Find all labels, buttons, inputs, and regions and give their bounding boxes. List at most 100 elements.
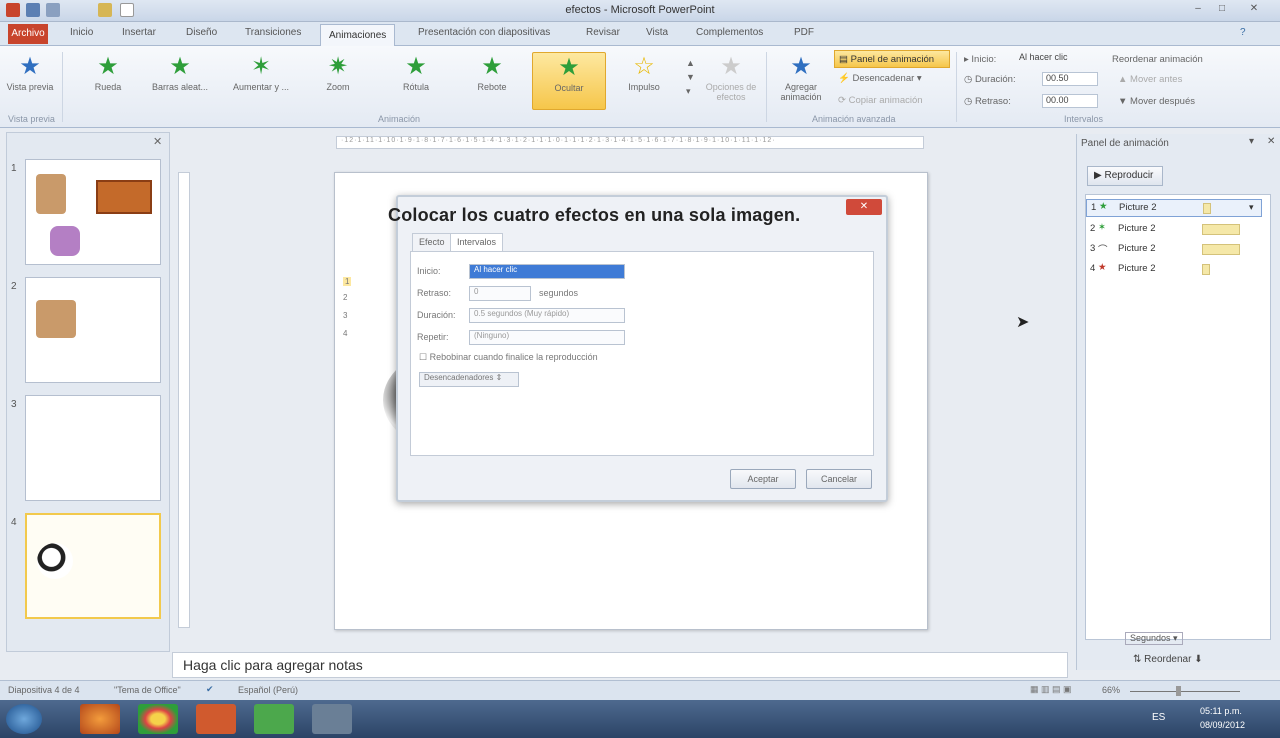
move-earlier-button[interactable]: ▲ Mover antes — [1118, 74, 1182, 85]
picture-thumb — [36, 300, 76, 338]
close-icon[interactable]: ✕ — [1246, 3, 1262, 15]
tab-review[interactable]: Revisar — [586, 27, 620, 38]
picture-thumb — [96, 180, 152, 214]
move-later-button[interactable]: ▼ Mover después — [1118, 96, 1195, 107]
zoom-level[interactable]: 66% — [1102, 685, 1120, 695]
slide-thumb-3[interactable] — [25, 395, 161, 501]
app-icon[interactable] — [312, 704, 352, 734]
add-animation-button[interactable]: ★ Agregar animación — [772, 52, 830, 110]
camtasia-icon[interactable] — [254, 704, 294, 734]
vertical-ruler — [178, 172, 190, 628]
tab-file[interactable]: Archivo — [8, 24, 48, 44]
play-button[interactable]: ▶ Reproducir — [1087, 166, 1163, 186]
animation-pane-button[interactable]: ▤ Panel de animación — [834, 50, 950, 68]
tab-insert[interactable]: Insertar — [122, 27, 156, 38]
animation-item-3[interactable]: 3 ⌒ Picture 2 — [1086, 241, 1262, 259]
effect-rueda[interactable]: ★ Rueda — [78, 52, 138, 110]
slide-thumb-1[interactable] — [25, 159, 161, 265]
tab-pdf[interactable]: PDF — [794, 27, 814, 38]
picture-thumb — [36, 174, 66, 214]
help-icon[interactable]: ? — [1240, 27, 1246, 38]
effect-ocultar[interactable]: ★ Ocultar — [532, 52, 606, 110]
dialog-close-button[interactable]: ✕ — [846, 199, 882, 215]
slide-thumbnails-pane: ✕ 1 2 3 4 — [6, 132, 170, 652]
trigger-button[interactable]: ⚡ Desencadenar ▾ — [838, 73, 922, 84]
tab-home[interactable]: Inicio — [70, 27, 93, 38]
gallery-scroll-icon[interactable]: ▲ ▼ ▾ — [686, 56, 695, 98]
close-icon[interactable]: ✕ — [1267, 136, 1275, 147]
effect-rotula[interactable]: ★ Rótula — [386, 52, 446, 110]
slide-counter: Diapositiva 4 de 4 — [8, 685, 80, 695]
preview-button[interactable]: ★ Vista previa — [4, 52, 56, 110]
star-icon: ★ — [720, 53, 742, 80]
pane-icon: ▤ — [839, 54, 851, 65]
tab-slideshow[interactable]: Presentación con diapositivas — [418, 27, 550, 38]
zoom-slider[interactable] — [1130, 691, 1240, 692]
dialog-start-select[interactable]: Al hacer clic — [469, 264, 625, 279]
animation-item-1[interactable]: 1 ★ Picture 2 ▾ — [1086, 199, 1262, 217]
dialog-delay-input[interactable]: 0 — [469, 286, 531, 301]
effect-options-button[interactable]: ★ Opciones de efectos — [700, 52, 762, 110]
title-bar: efectos - Microsoft PowerPoint – □ ✕ — [0, 0, 1280, 22]
seconds-dropdown[interactable]: Segundos ▾ — [1125, 632, 1183, 645]
language-indicator[interactable]: Español (Perú) — [238, 685, 298, 695]
triggers-button[interactable]: Desencadenadores ⇕ — [419, 372, 519, 387]
tab-animations[interactable]: Animaciones — [320, 24, 396, 46]
group-advanced-label: Animación avanzada — [812, 114, 896, 124]
clock-time[interactable]: 05:11 p.m. — [1200, 706, 1242, 716]
dialog-repeat-select[interactable]: (Ninguno) — [469, 330, 625, 345]
group-animation-label: Animación — [378, 114, 421, 124]
status-bar: Diapositiva 4 de 4 "Tema de Office" ✔ Es… — [0, 680, 1280, 700]
zoom-thumb[interactable] — [1176, 686, 1181, 696]
windows-taskbar: ES 05:11 p.m. 08/09/2012 — [0, 700, 1280, 738]
chrome-icon[interactable] — [138, 704, 178, 734]
firefox-icon[interactable] — [80, 704, 120, 734]
star-icon: ✷ — [327, 53, 349, 80]
dialog-duration-label: Duración: — [417, 310, 456, 320]
clock-date[interactable]: 08/09/2012 — [1200, 720, 1245, 730]
pane-menu-icon[interactable]: ▾ — [1249, 136, 1254, 147]
powerpoint-taskbar-icon[interactable] — [196, 704, 236, 734]
animation-pane-title: Panel de animación — [1081, 138, 1169, 149]
copy-animation-button[interactable]: ⟳ Copiar animación — [838, 95, 923, 106]
tab-addins[interactable]: Complementos — [696, 27, 763, 38]
lang-indicator[interactable]: ES — [1152, 712, 1165, 723]
close-pane-icon[interactable]: ✕ — [153, 135, 162, 148]
slide-thumb-2[interactable] — [25, 277, 161, 383]
star-icon: ★ — [1098, 262, 1107, 273]
animation-item-2[interactable]: 2 ✶ Picture 2 — [1086, 221, 1262, 239]
effect-aumentar[interactable]: ✶ Aumentar y ... — [228, 52, 294, 110]
notes-area[interactable]: Haga clic para agregar notas — [172, 652, 1068, 678]
rewind-checkbox[interactable]: ☐ Rebobinar cuando finalice la reproducc… — [419, 352, 598, 363]
dialog-duration-select[interactable]: 0.5 segundos (Muy rápido) — [469, 308, 625, 323]
dialog-tab-timing[interactable]: Intervalos — [450, 233, 504, 251]
delay-spinner[interactable]: 00.00 — [1042, 94, 1098, 108]
tab-design[interactable]: Diseño — [186, 27, 217, 38]
cancel-button[interactable]: Cancelar — [806, 469, 872, 489]
ribbon-tabs: Archivo Inicio Insertar Diseño Transicio… — [0, 22, 1280, 46]
start-select[interactable]: Al hacer clic — [1016, 52, 1100, 66]
effect-barras[interactable]: ★ Barras aleat... — [150, 52, 210, 110]
minimize-icon[interactable]: – — [1190, 3, 1206, 15]
item-dropdown-icon[interactable]: ▾ — [1249, 202, 1254, 213]
star-icon: ★ — [405, 53, 427, 80]
animation-item-4[interactable]: 4 ★ Picture 2 — [1086, 261, 1262, 279]
effect-rebote[interactable]: ★ Rebote — [462, 52, 522, 110]
maximize-icon[interactable]: □ — [1214, 3, 1230, 15]
preview-icon: ★ — [19, 53, 41, 80]
start-button[interactable] — [6, 704, 42, 734]
slide-thumb-4[interactable] — [25, 513, 161, 619]
timeline-bar: Segundos ▾ — [1085, 630, 1271, 646]
dialog-body: Inicio: Al hacer clic Retraso: 0 segundo… — [410, 251, 874, 456]
tab-transitions[interactable]: Transiciones — [245, 27, 301, 38]
view-normal-icon[interactable]: ▦ ▥ ▤ ▣ — [1030, 684, 1072, 695]
duration-spinner[interactable]: 00.50 — [1042, 72, 1098, 86]
dialog-tab-effect[interactable]: Efecto — [412, 233, 452, 251]
soccer-ball-thumb — [37, 543, 73, 579]
effect-zoom[interactable]: ✷ Zoom — [308, 52, 368, 110]
effect-impulso[interactable]: ☆ Impulso — [614, 52, 674, 110]
tab-view[interactable]: Vista — [646, 27, 668, 38]
ok-button[interactable]: Aceptar — [730, 469, 796, 489]
reorder-control[interactable]: ⇅ Reordenar ⬇ — [1133, 654, 1203, 665]
spellcheck-icon[interactable]: ✔ — [206, 684, 214, 695]
